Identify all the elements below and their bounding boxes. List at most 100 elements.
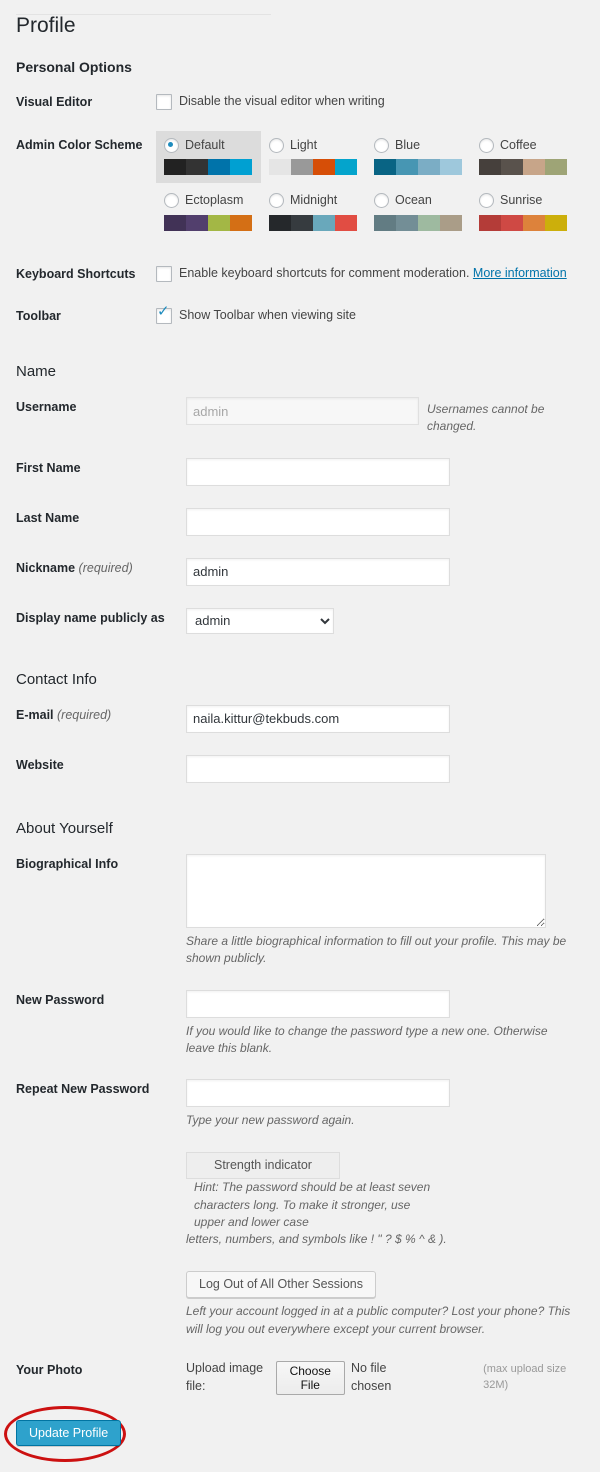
row-first-name: First Name (14, 447, 586, 497)
label-new-password: New Password (16, 992, 105, 1007)
label-biographical-info: Biographical Info (16, 856, 119, 871)
color-scheme-palette-default (164, 159, 252, 176)
personal-options-table: Visual Editor Disable the visual editor … (14, 81, 586, 337)
section-heading-personal-options: Personal Options (16, 59, 132, 76)
color-scheme-blue[interactable]: Blue (366, 131, 471, 184)
username-description: Usernames cannot be changed. (426, 402, 545, 434)
color-scheme-ocean[interactable]: Ocean (366, 186, 471, 239)
row-keyboard-shortcuts: Keyboard Shortcuts Enable keyboard short… (14, 253, 586, 295)
new-password-description: If you would like to change the password… (186, 1023, 548, 1055)
color-scheme-sunrise[interactable]: Sunrise (471, 186, 576, 239)
color-scheme-palette-midnight (269, 214, 357, 231)
new-password-input[interactable] (186, 989, 450, 1018)
max-upload-size-note: (max upload size 32M) (483, 1363, 567, 1391)
row-repeat-new-password: Repeat New Password Type your new passwo… (14, 1068, 586, 1140)
color-scheme-label-sunrise: Sunrise (500, 193, 543, 208)
section-heading-about-yourself: About Yourself (16, 819, 113, 837)
label-repeat-new-password: Repeat New Password (16, 1082, 150, 1097)
toolbar-checkbox-row[interactable]: Show Toolbar when viewing site (156, 304, 576, 324)
label-password-strength-spacer (14, 1141, 186, 1260)
row-sessions: Log Out of All Other Sessions Left your … (14, 1260, 586, 1349)
color-scheme-radio-default[interactable] (164, 137, 179, 153)
visual-editor-checkbox[interactable] (156, 94, 172, 111)
row-admin-color-scheme: Admin Color Scheme Default Light Blue Co… (14, 124, 586, 253)
row-website: Website (14, 744, 586, 794)
website-input[interactable] (186, 754, 450, 783)
label-visual-editor: Visual Editor (16, 95, 93, 110)
color-scheme-radio-midnight[interactable] (269, 193, 284, 209)
keyboard-shortcuts-checkbox-row[interactable]: Enable keyboard shortcuts for comment mo… (156, 264, 576, 282)
photo-upload-row: Upload image file: Choose File No file c… (186, 1360, 576, 1395)
color-scheme-label-blue: Blue (395, 137, 421, 152)
label-email: E-mail (16, 707, 54, 722)
biographical-info-description: Share a little biographical information … (186, 933, 567, 966)
section-heading-name: Name (16, 363, 57, 381)
color-scheme-radio-ectoplasm[interactable] (164, 193, 179, 209)
about-yourself-table: Biographical Info Share a little biograp… (14, 843, 586, 1406)
label-nickname: Nickname (16, 560, 76, 575)
label-keyboard-shortcuts: Keyboard Shortcuts (16, 266, 136, 281)
log-out-other-sessions-button[interactable]: Log Out of All Other Sessions (186, 1270, 376, 1299)
color-scheme-default[interactable]: Default (156, 130, 261, 184)
row-new-password: New Password If you would like to change… (14, 979, 586, 1069)
row-biographical-info: Biographical Info Share a little biograp… (14, 843, 586, 979)
display-name-select[interactable]: admin (186, 607, 334, 634)
admin-color-scheme-grid: Default Light Blue Coffee Ectoplasm Midn… (156, 130, 576, 242)
file-status-text: No file chosen (350, 1361, 392, 1393)
label-first-name: First Name (16, 460, 81, 475)
color-scheme-label-ectoplasm: Ectoplasm (185, 193, 244, 208)
label-your-photo: Your Photo (16, 1363, 83, 1378)
color-scheme-radio-coffee[interactable] (479, 137, 494, 153)
visual-editor-checkbox-label: Disable the visual editor when writing (179, 94, 385, 109)
choose-file-button[interactable]: Choose File (275, 1360, 345, 1395)
label-username: Username (16, 400, 77, 415)
email-input[interactable] (186, 704, 450, 733)
row-your-photo: Your Photo Upload image file: Choose Fil… (14, 1349, 586, 1406)
row-password-strength: Strength indicatorHint: The password sho… (14, 1141, 586, 1260)
color-scheme-palette-blue (374, 159, 462, 176)
color-scheme-radio-ocean[interactable] (374, 193, 389, 209)
password-strength-hint: Hint: The password should be at least se… (194, 1180, 431, 1230)
color-scheme-label-coffee: Coffee (500, 137, 537, 152)
keyboard-shortcuts-checkbox[interactable] (156, 265, 172, 282)
contact-info-table: E-mail (required) Website (14, 694, 586, 794)
first-name-input[interactable] (186, 457, 450, 486)
password-strength-hint-tail: letters, numbers, and symbols like ! " ?… (186, 1232, 447, 1247)
color-scheme-radio-blue[interactable] (374, 137, 389, 153)
color-scheme-label-ocean: Ocean (395, 193, 432, 208)
toolbar-checkbox[interactable] (156, 304, 172, 324)
update-profile-button[interactable]: Update Profile (16, 1420, 122, 1447)
sessions-description: Left your account logged in at a public … (186, 1304, 571, 1336)
last-name-input[interactable] (186, 507, 450, 536)
color-scheme-ectoplasm[interactable]: Ectoplasm (156, 186, 261, 239)
color-scheme-palette-light (269, 159, 357, 176)
more-information-link[interactable]: More information (473, 266, 567, 280)
color-scheme-palette-coffee (479, 159, 567, 176)
label-display-name: Display name publicly as (16, 610, 165, 625)
label-last-name: Last Name (16, 510, 80, 525)
color-scheme-radio-sunrise[interactable] (479, 193, 494, 209)
label-sessions-spacer (14, 1260, 186, 1349)
color-scheme-radio-light[interactable] (269, 137, 284, 153)
color-scheme-label-default: Default (185, 137, 225, 152)
row-display-name: Display name publicly as admin (14, 597, 586, 645)
biographical-info-textarea[interactable] (186, 853, 546, 928)
toolbar-checkbox-label: Show Toolbar when viewing site (179, 307, 356, 322)
repeat-new-password-input[interactable] (186, 1079, 450, 1108)
keyboard-shortcuts-checkbox-label: Enable keyboard shortcuts for comment mo… (179, 265, 470, 280)
row-email: E-mail (required) (14, 694, 586, 744)
nickname-required-note: (required) (78, 560, 133, 575)
nickname-input[interactable] (186, 557, 450, 586)
visual-editor-checkbox-row[interactable]: Disable the visual editor when writing (156, 92, 576, 111)
row-username: Username Usernames cannot be changed. (14, 386, 586, 447)
row-last-name: Last Name (14, 497, 586, 547)
section-heading-contact-info: Contact Info (16, 670, 97, 688)
color-scheme-palette-sunrise (479, 214, 567, 231)
row-nickname: Nickname (required) (14, 547, 586, 597)
color-scheme-coffee[interactable]: Coffee (471, 131, 576, 184)
color-scheme-midnight[interactable]: Midnight (261, 186, 366, 239)
upload-image-file-label: Upload image file: (186, 1361, 264, 1393)
label-admin-color-scheme: Admin Color Scheme (16, 137, 143, 152)
label-website: Website (16, 757, 64, 772)
color-scheme-light[interactable]: Light (261, 131, 366, 184)
